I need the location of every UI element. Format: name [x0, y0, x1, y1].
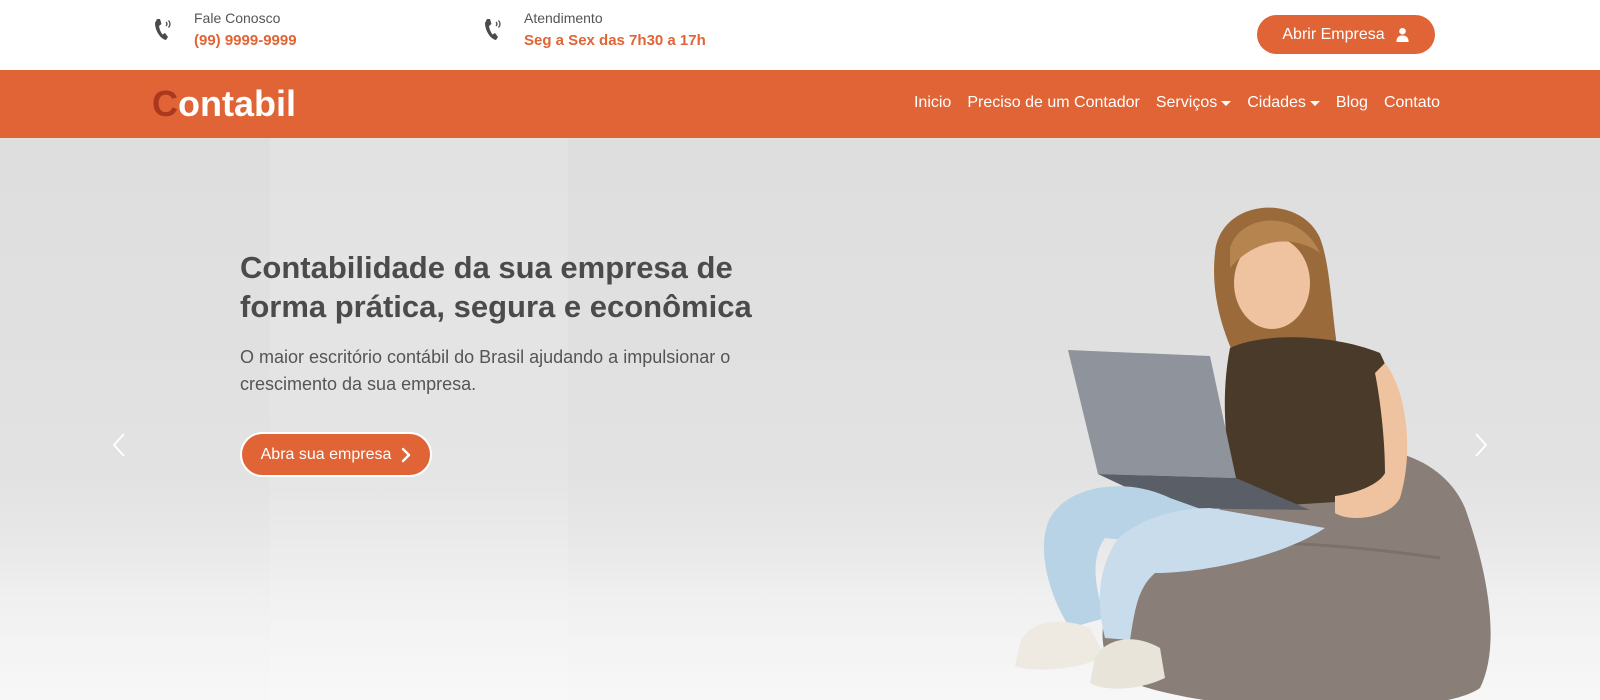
logo-text: ontabil: [178, 83, 296, 124]
nav-item-label: Preciso de um Contador: [967, 94, 1140, 111]
contact-hours-value: Seg a Sex das 7h30 a 17h: [524, 32, 706, 49]
nav-item-label: Contato: [1383, 94, 1440, 111]
nav-item-servicos[interactable]: Serviços: [1155, 94, 1232, 112]
logo[interactable]: Contabil: [152, 83, 296, 125]
hero-image-woman-laptop: [1015, 207, 1491, 700]
contact-phone: Fale Conosco (99) 9999-9999: [152, 10, 297, 50]
nav-menu: Inicio Preciso de um Contador Serviços C…: [914, 94, 1440, 112]
nav-item-cidades[interactable]: Cidades: [1247, 94, 1320, 112]
main-navbar: Contabil Inicio Preciso de um Contador S…: [0, 70, 1600, 138]
nav-item-contato[interactable]: Contato: [1384, 94, 1440, 112]
carousel-next-button[interactable]: [1470, 428, 1492, 462]
chevron-right-icon: [402, 447, 411, 462]
open-your-company-button-label: Abra sua empresa: [260, 445, 392, 463]
top-bar: Fale Conosco (99) 9999-9999 Atendimento …: [0, 0, 1600, 70]
hero-subtitle: O maior escritório contábil do Brasil aj…: [240, 347, 731, 394]
nav-item-label: Serviços: [1155, 94, 1218, 111]
contact-phone-value[interactable]: (99) 9999-9999: [194, 32, 297, 50]
contact-hours-label: Atendimento: [524, 10, 603, 26]
phone-icon: [155, 19, 171, 40]
nav-item-contador[interactable]: Preciso de um Contador: [967, 94, 1140, 112]
user-icon: [1396, 27, 1409, 42]
nav-item-blog[interactable]: Blog: [1336, 94, 1368, 112]
nav-item-label: Blog: [1335, 94, 1368, 111]
phone-icon: [485, 19, 501, 40]
contact-hours: Atendimento Seg a Sex das 7h30 a 17h: [482, 10, 706, 50]
caret-down-icon: [1309, 100, 1320, 106]
chevron-right-icon: [1475, 433, 1488, 457]
open-company-button[interactable]: Abrir Empresa: [1257, 15, 1435, 54]
nav-item-inicio[interactable]: Inicio: [914, 94, 951, 112]
nav-item-label: Inicio: [913, 94, 952, 111]
carousel-prev-button[interactable]: [108, 428, 130, 462]
open-your-company-button[interactable]: Abra sua empresa: [240, 432, 432, 477]
chevron-left-icon: [112, 433, 125, 457]
hero-carousel: Contabilidade da sua empresa de forma pr…: [0, 138, 1600, 700]
nav-item-label: Cidades: [1247, 94, 1306, 111]
open-company-button-label: Abrir Empresa: [1282, 25, 1385, 43]
logo-initial: C: [152, 83, 178, 124]
contact-phone-label: Fale Conosco: [194, 10, 281, 26]
hero-title: Contabilidade da sua empresa de forma pr…: [240, 250, 752, 324]
caret-down-icon: [1221, 100, 1232, 106]
